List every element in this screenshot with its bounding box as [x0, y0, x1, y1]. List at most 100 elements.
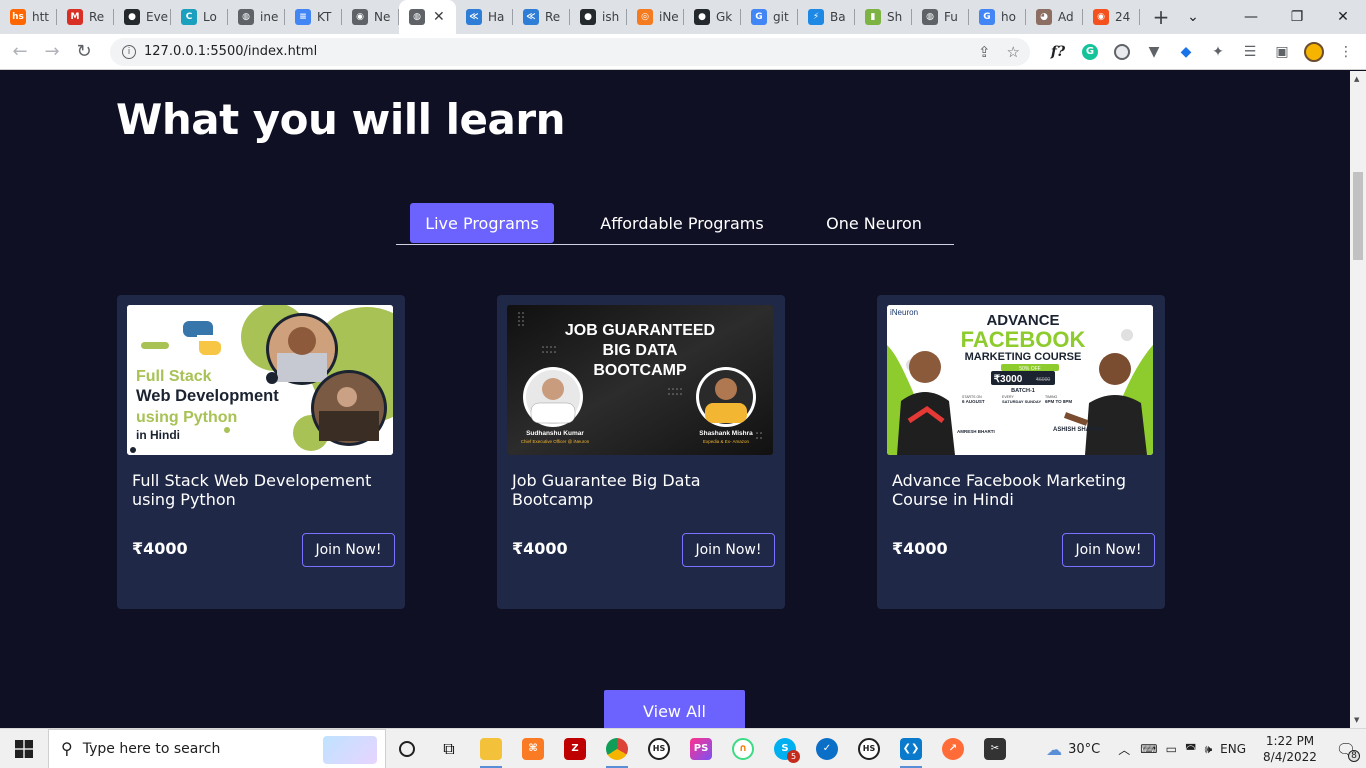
browser-tab[interactable]: ▮ Sh [855, 0, 912, 34]
file-explorer-icon[interactable] [470, 729, 512, 768]
hs-app-icon[interactable]: HS [638, 729, 680, 768]
side-panel-icon[interactable]: ▣ [1266, 36, 1298, 68]
browser-tab[interactable]: ● Eve [114, 0, 171, 34]
browser-tab[interactable]: ◍ ✕ [399, 0, 456, 34]
share-icon[interactable]: ⇪ [978, 43, 991, 61]
chrome-icon[interactable] [596, 729, 638, 768]
hackerrank-icon: ≪ [466, 9, 482, 25]
browser-tab[interactable]: ◎ iNe [627, 0, 684, 34]
weather-temperature[interactable]: 30°C [1068, 742, 1100, 757]
course-thumbnail[interactable]: Full Stack Web Development using Python … [127, 305, 393, 455]
svg-text:Chief Executive Officer @ iNeu: Chief Executive Officer @ iNeuron [521, 439, 590, 444]
browser-tab[interactable]: ◍ ine [228, 0, 285, 34]
join-now-button[interactable]: Join Now! [1062, 533, 1155, 567]
browser-tab[interactable]: ◕ Ad [1026, 0, 1083, 34]
restore-button[interactable]: ❐ [1274, 0, 1320, 34]
network-icon[interactable]: ◚ [1185, 742, 1197, 756]
course-thumbnail[interactable]: iNeuron ADVANCE FACEBOOK MARKETING COURS… [887, 305, 1153, 455]
course-thumbnail[interactable]: JOB GUARANTEED BIG DATA BOOTCAMP Sudhans… [507, 305, 773, 455]
windows-start-button[interactable] [0, 729, 48, 768]
bookmark-star-icon[interactable]: ☆ [1007, 43, 1020, 61]
extensions-puzzle-icon[interactable]: ✦ [1202, 36, 1234, 68]
vysor-icon[interactable]: ✓ [806, 729, 848, 768]
browser-tab[interactable]: ● ish [570, 0, 627, 34]
scroll-down-arrow-icon[interactable]: ▼ [1354, 716, 1359, 724]
forward-button[interactable]: → [36, 36, 68, 68]
site-info-icon[interactable]: i [122, 44, 136, 59]
cortana-icon[interactable] [386, 729, 428, 768]
taskbar-clock[interactable]: 1:22 PM 8/4/2022 [1254, 733, 1326, 765]
postman-icon[interactable]: ↗ [932, 729, 974, 768]
browser-tab[interactable]: ≪ Re [513, 0, 570, 34]
python-course-banner-image: Full Stack Web Development using Python … [127, 305, 393, 455]
grammarly-icon[interactable]: G [1074, 36, 1106, 68]
page-scrollbar[interactable]: ▲ ▼ [1350, 71, 1366, 728]
address-bar[interactable]: i 127.0.0.1:5500/index.html ⇪ ☆ [110, 37, 1030, 66]
lens-extension-icon[interactable] [1106, 36, 1138, 68]
fx-extension-icon[interactable]: f? [1042, 36, 1074, 68]
close-window-button[interactable]: ✕ [1320, 0, 1366, 34]
svg-text:ASHISH SHARMA: ASHISH SHARMA [1053, 427, 1104, 433]
weather-cloud-icon[interactable]: ☁ [1046, 740, 1062, 759]
skype-icon[interactable]: S5 [764, 729, 806, 768]
browser-tab[interactable]: ◉ Ne [342, 0, 399, 34]
scroll-up-arrow-icon[interactable]: ▲ [1354, 75, 1359, 83]
browser-tab[interactable]: Ggit [741, 0, 798, 34]
browser-tab[interactable]: ● Gk [684, 0, 741, 34]
minimize-button[interactable]: — [1228, 0, 1274, 34]
vscode-icon[interactable]: ❮❯ [890, 729, 932, 768]
browser-tab[interactable]: ≡ KT [285, 0, 342, 34]
join-now-button[interactable]: Join Now! [682, 533, 775, 567]
show-hidden-icons-chevron-icon[interactable]: ︿ [1118, 741, 1130, 758]
reading-list-icon[interactable]: ☰ [1234, 36, 1266, 68]
browser-tab[interactable]: hs htt [0, 0, 57, 34]
translate-extension-icon[interactable]: ◆ [1170, 36, 1202, 68]
join-now-button[interactable]: Join Now! [302, 533, 395, 567]
close-tab-icon[interactable]: ✕ [433, 9, 445, 25]
tab-live-programs[interactable]: Live Programs [410, 203, 554, 243]
browser-tab[interactable]: C Lo [171, 0, 228, 34]
profile-avatar[interactable] [1298, 36, 1330, 68]
phpstorm-icon[interactable]: PS [680, 729, 722, 768]
facebook-marketing-banner-image: iNeuron ADVANCE FACEBOOK MARKETING COURS… [887, 305, 1153, 455]
hs-app-icon-2[interactable]: HS [848, 729, 890, 768]
tab-one-neuron[interactable]: One Neuron [804, 203, 944, 243]
reload-button[interactable]: ↻ [68, 36, 100, 68]
course-title[interactable]: Job Guarantee Big Data Bootcamp [512, 471, 770, 509]
volume-icon[interactable]: 🕪 [1205, 742, 1213, 757]
usb-device-icon[interactable]: ⌨ [1140, 742, 1157, 756]
tab-title: git [773, 10, 789, 24]
course-title[interactable]: Full Stack Web Developement using Python [132, 471, 390, 509]
snipping-tool-icon[interactable]: ✂ [974, 729, 1016, 768]
github-icon: ● [694, 9, 710, 25]
browser-tab[interactable]: ◉ 24 [1083, 0, 1140, 34]
svg-text:SATURDAY SUNDAY: SATURDAY SUNDAY [1002, 399, 1041, 404]
language-indicator[interactable]: ENG [1220, 742, 1246, 756]
browser-tab[interactable]: Gho [969, 0, 1026, 34]
battery-icon[interactable]: ▭ [1166, 742, 1177, 756]
search-highlight-icon[interactable] [323, 735, 377, 764]
vue-devtools-icon[interactable]: ▼ [1138, 36, 1170, 68]
task-view-icon[interactable]: ⧉ [428, 729, 470, 768]
view-all-button[interactable]: View All [604, 690, 745, 728]
scrollbar-thumb[interactable] [1353, 172, 1363, 260]
clock-time: 1:22 PM [1265, 734, 1315, 748]
tab-search-icon[interactable]: ⌄ [1158, 0, 1228, 34]
back-button[interactable]: ← [4, 36, 36, 68]
svg-text:₹3000: ₹3000 [994, 374, 1023, 385]
filezilla-icon[interactable]: Z [554, 729, 596, 768]
tab-title: Ha [488, 10, 505, 24]
android-studio-icon[interactable]: ∩ [722, 729, 764, 768]
notification-center-icon[interactable]: 🗨 8 [1326, 729, 1366, 768]
browser-tab[interactable]: ◍ Fu [912, 0, 969, 34]
svg-text:JOB GUARANTEED: JOB GUARANTEED [565, 322, 715, 339]
course-title[interactable]: Advance Facebook Marketing Course in Hin… [892, 471, 1150, 509]
browser-tab[interactable]: M Re [57, 0, 114, 34]
browser-tab[interactable]: ≪ Ha [456, 0, 513, 34]
tab-affordable-programs[interactable]: Affordable Programs [582, 203, 782, 243]
xampp-icon[interactable]: ⌘ [512, 729, 554, 768]
browser-menu-icon[interactable]: ⋮ [1330, 36, 1362, 68]
browser-tab[interactable]: ⚡ Ba [798, 0, 855, 34]
taskbar-search-box[interactable]: ⚲ Type here to search [48, 728, 386, 768]
web-page: What you will learn Live Programs Afford… [0, 71, 1350, 728]
